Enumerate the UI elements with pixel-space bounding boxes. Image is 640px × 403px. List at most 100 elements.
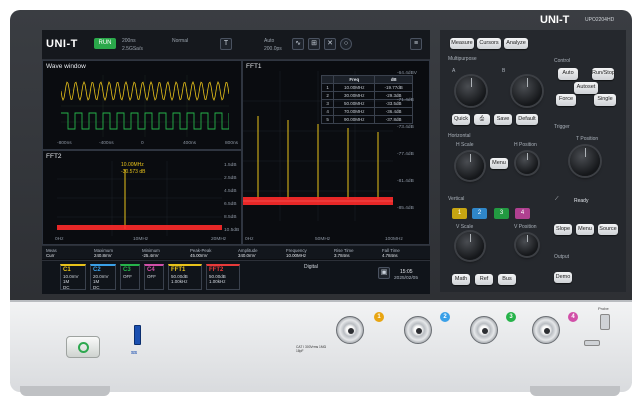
fft2-title: FFT2: [46, 153, 62, 160]
measurement-bar[interactable]: Meas Curr Maximum 240.8mV Minimum -25.4mV Peak…: [42, 245, 430, 259]
channel-2-button[interactable]: 2: [472, 208, 487, 219]
channel-status-fft1[interactable]: FFT1 50.00dB 1.00kHz: [168, 264, 202, 290]
channel-setting: 1.00kHz: [209, 279, 226, 284]
fft1-window[interactable]: FFT1 Freq dB 1 10.00MHz -19.77dB 2 30.00MHz -2…: [242, 60, 430, 245]
fft1-table-cell: 90.00MHz: [333, 115, 376, 124]
fft2-window[interactable]: FFT2 10.00MHz -30.573 dB 1.5dB 2.5dB 4.5dB…: [42, 150, 242, 245]
trigger-mode[interactable]: Normal: [172, 38, 188, 44]
print-button[interactable]: ⎙: [474, 114, 490, 125]
channel-status-c3[interactable]: C3 OFF: [120, 264, 140, 290]
fft1-table-row: 4 70.00MHz -36.4dB: [320, 107, 413, 116]
channel-setting: DC: [63, 284, 70, 290]
multipurpose-knob-b[interactable]: [512, 76, 542, 106]
auto-button[interactable]: Auto: [558, 68, 578, 80]
channel-status-c4[interactable]: C4 OFF: [144, 264, 164, 290]
fft1-table-cell: 10.00MHz: [333, 83, 376, 92]
force-button[interactable]: Force: [556, 94, 576, 106]
save-icon[interactable]: ▣: [378, 267, 390, 279]
source-button[interactable]: Source: [598, 224, 618, 235]
ch2-tag: 2: [440, 312, 450, 322]
default-button[interactable]: Default: [516, 114, 538, 125]
trigger-icon[interactable]: T: [220, 38, 232, 50]
ch3-bnc-input[interactable]: [470, 316, 498, 344]
measurement-item[interactable]: Fall Time 4.784ns: [382, 248, 400, 258]
measurement-item[interactable]: Meas Curr: [46, 248, 57, 258]
usb-port[interactable]: [134, 325, 141, 345]
channel-setting: OFF: [147, 273, 156, 279]
waveform-icon[interactable]: ∿: [292, 38, 304, 50]
fft1-table-cell: -19.77dB: [374, 83, 413, 92]
trigger-level-knob[interactable]: [570, 146, 600, 176]
menu-icon[interactable]: ≡: [410, 38, 422, 50]
ref-button[interactable]: Ref: [475, 274, 493, 285]
measurement-value: -25.4mV: [142, 253, 159, 258]
slope-button[interactable]: Slope: [554, 224, 572, 235]
channel-status-bar: C1 10.0mV 1M DC C2 20.0mV 1M DC C3 OFF C4 OFF FFT1 50…: [42, 260, 430, 294]
model-name: UPO2204HD: [585, 17, 615, 23]
horizontal-menu-button[interactable]: Menu: [490, 158, 508, 169]
trigger-menu-button[interactable]: Menu: [576, 224, 594, 235]
digital-label[interactable]: Digital: [304, 264, 318, 270]
fft1-table-cell: -36.4dB: [374, 107, 413, 116]
channel-name: C4: [147, 267, 155, 273]
autoset-button[interactable]: Autoset: [574, 82, 598, 94]
measurement-item[interactable]: Minimum -25.4mV: [142, 248, 160, 258]
settings-icon[interactable]: ○: [340, 38, 352, 50]
fft2-noise-floor: [57, 225, 222, 230]
fft2-y-tick: 6.5dB: [224, 202, 237, 207]
fft2-x-tick: 10MHz: [133, 237, 149, 242]
measurement-item[interactable]: Rise Time 3.784ns: [334, 248, 354, 258]
multipurpose-knob-a[interactable]: [456, 76, 486, 106]
v-position-knob[interactable]: [516, 234, 538, 256]
ch4-bnc-input[interactable]: [532, 316, 560, 344]
cross-icon[interactable]: ✕: [324, 38, 336, 50]
bus-button[interactable]: Bus: [498, 274, 516, 285]
right-foot: [530, 386, 620, 396]
run-stop-button[interactable]: Run/Stop: [592, 68, 615, 80]
wave-x-tick: 0: [141, 141, 144, 146]
timebase-value[interactable]: 200ns: [122, 38, 136, 44]
ready-label: Ready: [574, 198, 589, 204]
probe-comp-terminal[interactable]: [600, 314, 610, 330]
quick-button[interactable]: Quick: [452, 114, 470, 125]
trigger-label: Trigger: [554, 124, 570, 130]
math-button[interactable]: Math: [452, 274, 470, 285]
ch1-bnc-input[interactable]: [336, 316, 364, 344]
grid-icon[interactable]: ⊞: [308, 38, 320, 50]
auto-label[interactable]: Auto: [264, 38, 274, 44]
channel-name: C1: [63, 267, 71, 273]
run-state-badge[interactable]: RUN: [94, 38, 116, 49]
measurement-item[interactable]: Peak-Peak 45.00mV: [190, 248, 211, 258]
measure-button[interactable]: Measure: [450, 38, 474, 49]
channel-setting: 1.00kHz: [171, 279, 188, 284]
channel-setting: DC: [93, 284, 100, 290]
channel-3-button[interactable]: 3: [494, 208, 509, 219]
h-position-knob[interactable]: [516, 152, 538, 174]
h-position-label: H Position: [514, 142, 537, 148]
power-button[interactable]: [66, 336, 100, 358]
measurement-item[interactable]: Maximum 240.8mV: [94, 248, 113, 258]
measurement-item[interactable]: Frequency 10.00MHz: [286, 248, 307, 258]
measurement-item[interactable]: Amplitude 340.0mV: [238, 248, 258, 258]
channel-status-fft2[interactable]: FFT2 50.00dB 1.00kHz: [206, 264, 240, 290]
analyze-button[interactable]: Analyze: [504, 38, 528, 49]
h-scale-knob[interactable]: [456, 152, 484, 180]
left-foot: [20, 386, 110, 396]
knob-b-label: B: [502, 68, 506, 74]
single-button[interactable]: Single: [594, 94, 616, 106]
demo-button[interactable]: Demo: [554, 272, 572, 283]
cursors-button[interactable]: Cursors: [477, 38, 501, 49]
ground-terminal[interactable]: [584, 340, 600, 346]
channel-4-button[interactable]: 4: [515, 208, 530, 219]
save-button[interactable]: Save: [494, 114, 512, 125]
v-position-label: V Position: [514, 224, 537, 230]
ch2-bnc-input[interactable]: [404, 316, 432, 344]
display-screen: UNI-T RUN 200ns 2.5GSa/s Normal T Auto 2…: [42, 30, 430, 294]
wave-window[interactable]: Wave window -800ns -400ns 0 400ns 800ns: [42, 60, 242, 150]
probe-comp-label: Probe: [598, 306, 609, 311]
channel-status-c1[interactable]: C1 10.0mV 1M DC: [60, 264, 86, 290]
v-scale-knob[interactable]: [456, 232, 484, 260]
channel-1-button[interactable]: 1: [452, 208, 467, 219]
fft2-x-tick: 20MHz: [211, 237, 227, 242]
channel-status-c2[interactable]: C2 20.0mV 1M DC: [90, 264, 116, 290]
